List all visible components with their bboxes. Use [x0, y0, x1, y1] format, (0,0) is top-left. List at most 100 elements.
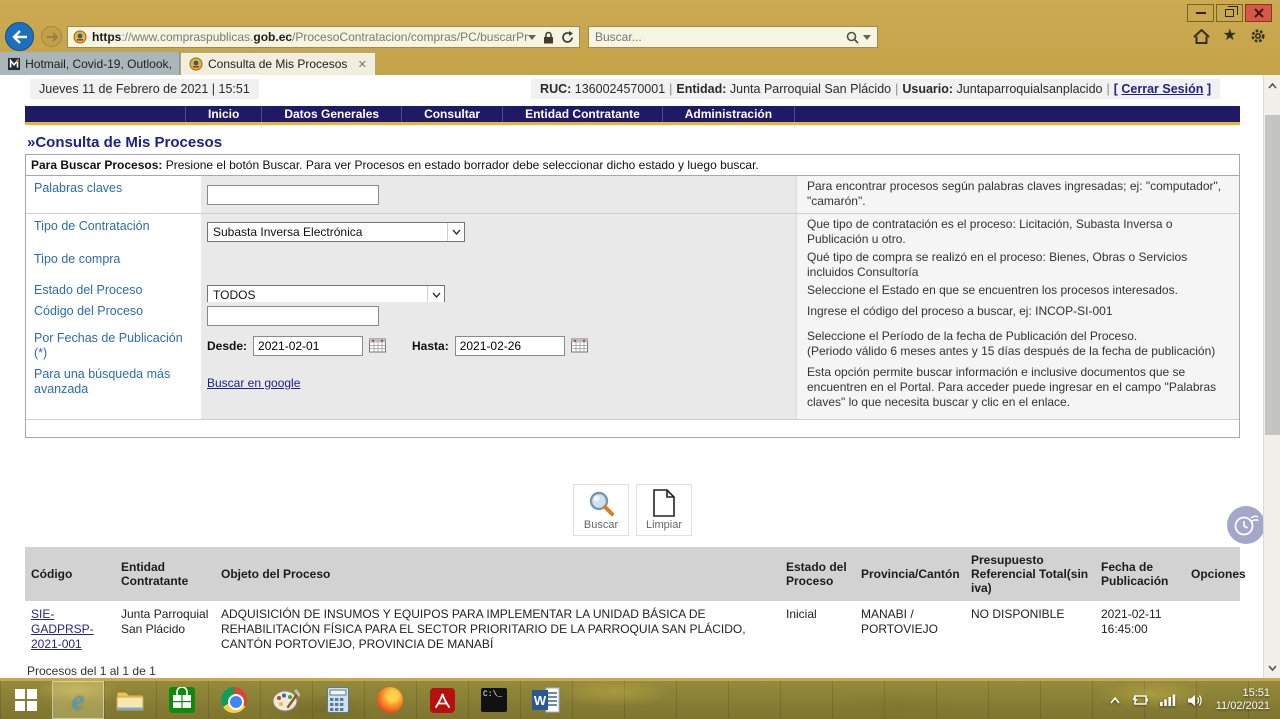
results-header-row: Código Entidad Contratante Objeto del Pr… — [25, 547, 1240, 601]
palabras-claves-input[interactable] — [207, 185, 379, 205]
network-signal-icon[interactable] — [1160, 694, 1176, 706]
hidden-icons-chevron[interactable] — [1110, 697, 1120, 704]
cell-opciones — [1185, 601, 1240, 658]
fechas-publicacion-label: Por Fechas de Publicación (*) — [26, 326, 201, 365]
firefox-icon — [377, 687, 403, 713]
vertical-scrollbar[interactable] — [1263, 75, 1280, 678]
forward-button[interactable] — [41, 26, 62, 47]
main-nav: Inicio Datos Generales Consultar Entidad… — [25, 106, 1240, 125]
tab-label: Consulta de Mis Procesos — [208, 57, 347, 71]
msn-tab-icon — [8, 57, 20, 71]
floating-clock-widget[interactable] — [1227, 506, 1265, 544]
palabras-claves-label: Palabras claves — [26, 176, 201, 213]
winged-clock-icon — [1233, 513, 1259, 537]
fechas-publicacion-help: Seleccione el Período de la fecha de Pub… — [796, 326, 1239, 365]
fecha-hasta-input[interactable] — [455, 336, 565, 356]
taskbar-firefox[interactable] — [364, 681, 416, 719]
tab-hotmail[interactable]: Hotmail, Covid-19, Outlook, N... — [0, 52, 180, 75]
taskbar-internet-explorer[interactable]: e — [52, 681, 104, 719]
buscar-google-link[interactable]: Buscar en google — [207, 376, 300, 390]
address-bar[interactable]: https://www.compraspublicas.gob.ec/Proce… — [67, 26, 580, 48]
compraspublicas-favicon — [189, 57, 203, 71]
search-form: Para Buscar Procesos: Presione el botón … — [25, 154, 1240, 438]
settings-gear-icon[interactable] — [1250, 28, 1266, 44]
search-icon[interactable] — [846, 31, 859, 44]
busqueda-avanzada-help: Esta opción permite buscar información e… — [796, 362, 1239, 419]
taskbar-cmd[interactable]: C:\_ — [468, 681, 520, 719]
tray-clock[interactable]: 15:51 11/02/2021 — [1216, 687, 1270, 713]
tipo-compra-help: Qué tipo de compra se realizó en el proc… — [796, 247, 1239, 283]
taskbar-word[interactable]: W — [520, 681, 572, 719]
calendar-icon-hasta[interactable] — [571, 338, 588, 353]
col-fecha: Fecha de Publicación — [1095, 547, 1185, 601]
nav-consultar[interactable]: Consultar — [402, 106, 503, 122]
acrobat-reader-icon — [430, 688, 455, 713]
minimize-button[interactable] — [1187, 4, 1214, 22]
search-dropdown-icon[interactable] — [863, 35, 871, 40]
nav-datos-generales[interactable]: Datos Generales — [262, 106, 402, 122]
buscar-label: Buscar — [584, 519, 618, 531]
tipo-contratacion-select[interactable]: Subasta Inversa Electrónica — [207, 222, 465, 242]
internet-explorer-icon: e — [72, 687, 84, 714]
taskbar-paint[interactable] — [260, 681, 312, 719]
calculator-icon — [327, 687, 349, 713]
chrome-icon — [221, 687, 247, 713]
scroll-down-icon[interactable] — [1264, 659, 1280, 676]
nav-administracion[interactable]: Administración — [663, 106, 795, 122]
taskbar-file-explorer[interactable] — [104, 681, 156, 719]
tab-close-icon[interactable]: ✕ — [358, 58, 367, 71]
close-icon — [1254, 8, 1264, 18]
volume-icon[interactable] — [1188, 694, 1204, 707]
autocomplete-dropdown-icon[interactable] — [528, 35, 536, 40]
col-opciones: Opciones — [1185, 547, 1240, 601]
chevron-down-icon — [432, 292, 441, 298]
cell-estado: Inicial — [780, 601, 855, 658]
refresh-icon[interactable] — [561, 31, 574, 44]
tab-label: Hotmail, Covid-19, Outlook, N... — [25, 57, 171, 71]
limpiar-label: Limpiar — [646, 519, 682, 531]
search-input[interactable] — [595, 30, 846, 44]
table-row: SIE-GADPRSP-2021-001 Junta Parroquial Sa… — [25, 601, 1240, 658]
datetime-display: Jueves 11 de Febrero de 2021 | 15:51 — [30, 79, 259, 99]
buscar-button[interactable]: Buscar — [573, 484, 629, 536]
limpiar-button[interactable]: Limpiar — [636, 484, 692, 536]
entidad-label: Entidad: — [676, 82, 726, 96]
search-box[interactable] — [588, 26, 878, 48]
close-button[interactable] — [1245, 4, 1272, 22]
cell-provincia: MANABI / PORTOVIEJO — [855, 601, 965, 658]
col-provincia: Provincia/Cantón — [855, 547, 965, 601]
nav-entidad-contratante[interactable]: Entidad Contratante — [503, 106, 663, 122]
home-icon[interactable] — [1193, 29, 1210, 44]
fecha-desde-input[interactable] — [253, 336, 363, 356]
tab-consulta-procesos[interactable]: Consulta de Mis Procesos ✕ — [180, 52, 376, 75]
codigo-proceso-input[interactable] — [207, 306, 379, 326]
battery-icon[interactable] — [1132, 694, 1148, 706]
scroll-up-icon[interactable] — [1264, 77, 1280, 94]
taskbar-calculator[interactable] — [312, 681, 364, 719]
scrollbar-thumb[interactable] — [1265, 115, 1280, 435]
back-button[interactable] — [5, 22, 34, 51]
favorites-star-icon[interactable]: ★ — [1223, 28, 1237, 44]
calendar-icon-desde[interactable] — [369, 338, 386, 353]
restore-button[interactable] — [1216, 4, 1243, 22]
logout-link[interactable]: Cerrar Sesión — [1121, 82, 1203, 96]
tray-date: 11/02/2021 — [1216, 700, 1270, 713]
entidad-value: Junta Parroquial San Plácido — [730, 82, 891, 96]
buscar-magnifier-icon — [588, 490, 615, 517]
col-presupuesto: Presupuesto Referencial Total(sin iva) — [965, 547, 1095, 601]
proceso-code-link[interactable]: SIE-GADPRSP-2021-001 — [31, 607, 94, 651]
limpiar-page-icon — [652, 489, 676, 517]
window-controls — [1185, 4, 1272, 22]
tipo-compra-empty — [201, 247, 796, 283]
taskbar-microsoft-store[interactable] — [156, 681, 208, 719]
taskbar-acrobat[interactable] — [416, 681, 468, 719]
taskbar-chrome[interactable] — [208, 681, 260, 719]
system-tray: 15:51 11/02/2021 — [1110, 687, 1280, 713]
nav-inicio[interactable]: Inicio — [185, 106, 262, 122]
windows-logo-icon — [15, 689, 37, 711]
cell-objeto: ADQUISICIÓN DE INSUMOS Y EQUIPOS PARA IM… — [215, 601, 780, 658]
usuario-label: Usuario: — [902, 82, 953, 96]
results-table: Código Entidad Contratante Objeto del Pr… — [25, 547, 1240, 658]
start-button[interactable] — [0, 681, 52, 719]
lock-icon — [543, 31, 554, 44]
